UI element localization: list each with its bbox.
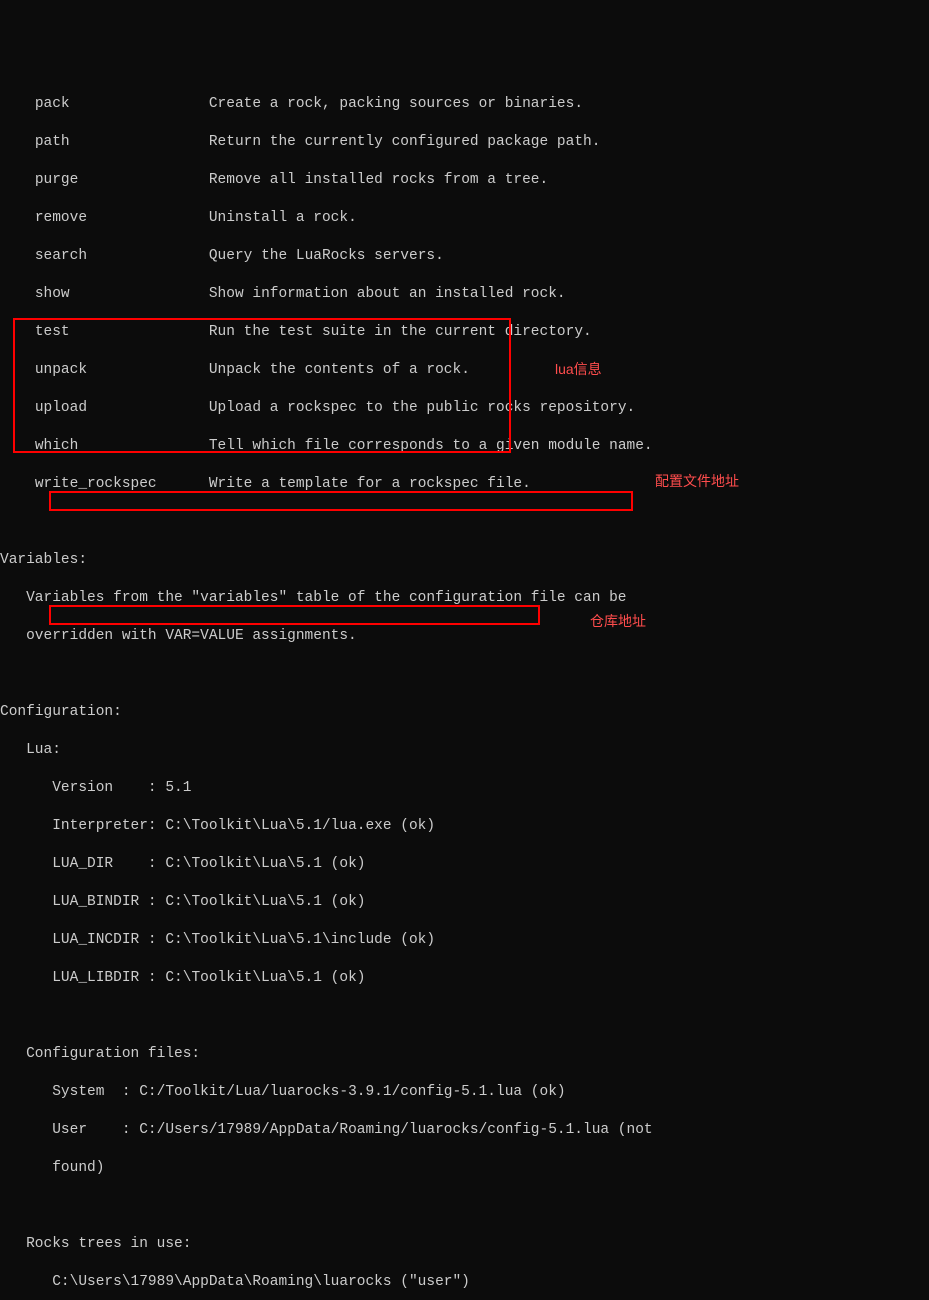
lua-label: Lua: [0, 741, 929, 760]
config-user: User : C:/Users/17989/AppData/Roaming/lu… [0, 1121, 929, 1140]
config-system: System : C:/Toolkit/Lua/luarocks-3.9.1/c… [0, 1083, 929, 1102]
lua-incdir: LUA_INCDIR : C:\Toolkit\Lua\5.1\include … [0, 931, 929, 950]
command-row: write_rockspec Write a template for a ro… [0, 475, 929, 494]
annotation-lua-info: lua信息 [555, 360, 602, 379]
command-name: unpack [35, 362, 87, 378]
lua-bindir: LUA_BINDIR : C:\Toolkit\Lua\5.1 (ok) [0, 893, 929, 912]
terminal-output: pack Create a rock, packing sources or b… [0, 76, 929, 1300]
command-name: search [35, 248, 87, 264]
command-desc: Unpack the contents of a rock. [209, 362, 470, 378]
command-desc: Upload a rockspec to the public rocks re… [209, 400, 635, 416]
command-desc: Create a rock, packing sources or binari… [209, 96, 583, 112]
command-name: pack [35, 96, 70, 112]
command-row: remove Uninstall a rock. [0, 209, 929, 228]
config-header: Configuration: [0, 703, 929, 722]
annotation-repo-addr: 仓库地址 [590, 612, 646, 631]
annotation-config-addr: 配置文件地址 [655, 472, 739, 491]
variables-text: overridden with VAR=VALUE assignments. [0, 627, 929, 646]
rocks-header: Rocks trees in use: [0, 1235, 929, 1254]
command-name: test [35, 324, 70, 340]
command-name: write_rockspec [35, 476, 157, 492]
variables-text: Variables from the "variables" table of … [0, 589, 929, 608]
rocks-user: C:\Users\17989\AppData\Roaming\luarocks … [0, 1273, 929, 1292]
command-row: upload Upload a rockspec to the public r… [0, 399, 929, 418]
command-row: unpack Unpack the contents of a rock. [0, 361, 929, 380]
command-name: show [35, 286, 70, 302]
config-files-header: Configuration files: [0, 1045, 929, 1064]
variables-header: Variables: [0, 551, 929, 570]
command-row: test Run the test suite in the current d… [0, 323, 929, 342]
command-name: upload [35, 400, 87, 416]
config-user-cont: found) [0, 1159, 929, 1178]
lua-libdir: LUA_LIBDIR : C:\Toolkit\Lua\5.1 (ok) [0, 969, 929, 988]
command-name: path [35, 134, 70, 150]
command-row: which Tell which file corresponds to a g… [0, 437, 929, 456]
command-desc: Show information about an installed rock… [209, 286, 566, 302]
command-name: which [35, 438, 79, 454]
command-row: pack Create a rock, packing sources or b… [0, 95, 929, 114]
command-name: purge [35, 172, 79, 188]
command-name: remove [35, 210, 87, 226]
command-desc: Return the currently configured package … [209, 134, 601, 150]
command-desc: Tell which file corresponds to a given m… [209, 438, 653, 454]
lua-interpreter: Interpreter: C:\Toolkit\Lua\5.1/lua.exe … [0, 817, 929, 836]
lua-dir: LUA_DIR : C:\Toolkit\Lua\5.1 (ok) [0, 855, 929, 874]
command-row: path Return the currently configured pac… [0, 133, 929, 152]
lua-version: Version : 5.1 [0, 779, 929, 798]
command-row: search Query the LuaRocks servers. [0, 247, 929, 266]
command-row: purge Remove all installed rocks from a … [0, 171, 929, 190]
command-desc: Run the test suite in the current direct… [209, 324, 592, 340]
command-desc: Write a template for a rockspec file. [209, 476, 531, 492]
command-desc: Remove all installed rocks from a tree. [209, 172, 548, 188]
command-desc: Uninstall a rock. [209, 210, 357, 226]
command-desc: Query the LuaRocks servers. [209, 248, 444, 264]
command-row: show Show information about an installed… [0, 285, 929, 304]
